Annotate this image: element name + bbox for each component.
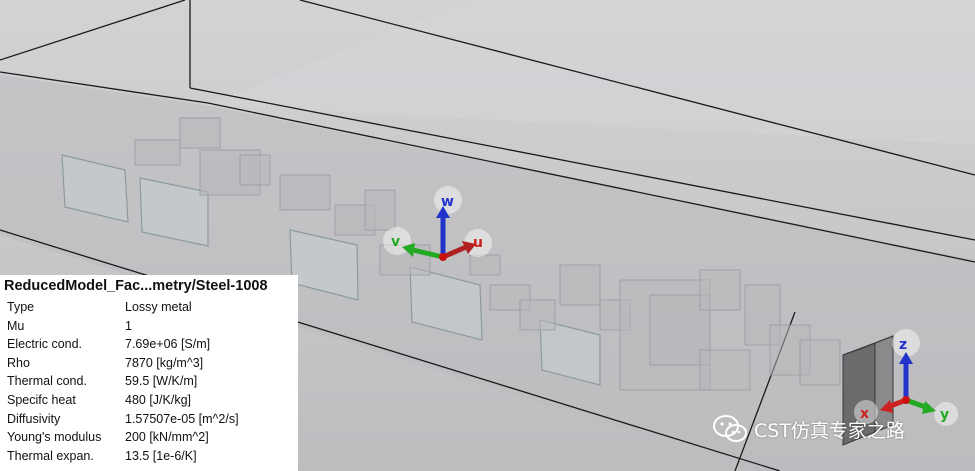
property-value: 1 [125,318,132,333]
property-name: Mu [7,318,25,333]
property-name: Diffusivity [7,411,61,426]
property-value: 480 [J/K/kg] [125,392,192,407]
material-property-row: Rho 7870 [kg/m^3] [4,354,294,373]
property-value: 1.57507e-05 [m^2/s] [125,411,239,426]
global-axes-origin [902,396,910,404]
property-name: Type [7,300,35,314]
property-value: 7.69e+06 [S/m] [125,337,211,352]
watermark-text: CST仿真专家之路 [754,419,905,442]
local-axes-origin [439,253,447,261]
z-axis-label: z [899,337,907,353]
property-value: 200 [kN/mm^2] [125,430,209,445]
material-info-panel: ReducedModel_Fac...metry/Steel-1008 Type… [0,275,298,471]
watermark: CST仿真专家之路 [712,414,905,444]
material-property-row: Type Lossy metal [4,298,294,317]
property-name: Electric cond. [7,337,83,352]
material-property-row: Thermal cond. 59.5 [W/K/m] [4,372,294,391]
property-value: 59.5 [W/K/m] [125,374,198,389]
property-name: Thermal expan. [7,448,94,463]
material-property-row: Specifc heat 480 [J/K/kg] [4,391,294,410]
material-property-row: Mu 1 [4,317,294,336]
material-property-row: Diffusivity 1.57507e-05 [m^2/s] [4,410,294,429]
material-property-row: Electric cond. 7.69e+06 [S/m] [4,335,294,354]
u-axis-label: u [473,235,483,251]
property-name: Rho [7,355,30,370]
w-axis-label: w [441,194,454,210]
v-axis-label: v [391,234,400,250]
property-value: Lossy metal [125,300,192,314]
property-name: Young's modulus [7,430,102,445]
material-title: ReducedModel_Fac...metry/Steel-1008 [4,278,268,294]
property-value: 13.5 [1e-6/K] [125,448,197,463]
wechat-icon [713,415,747,442]
material-property-row: Thermal expan. 13.5 [1e-6/K] [4,447,294,466]
y-axis-label: y [940,407,949,423]
property-name: Specifc heat [7,392,76,407]
property-name: Thermal cond. [7,374,87,389]
property-value: 7870 [kg/m^3] [125,355,204,370]
material-property-row: Young's modulus 200 [kN/mm^2] [4,428,294,447]
material-properties-list: Type Lossy metal Mu 1 Electric cond. 7.6… [4,298,294,465]
